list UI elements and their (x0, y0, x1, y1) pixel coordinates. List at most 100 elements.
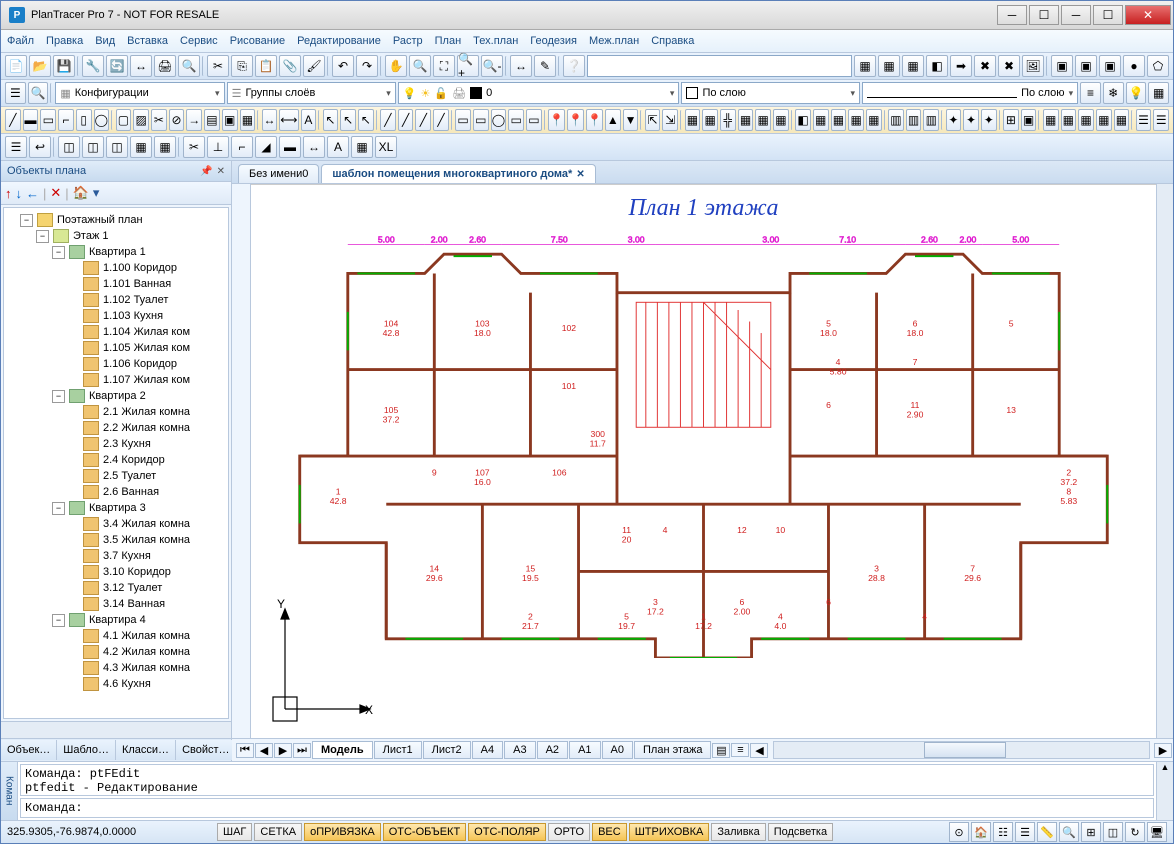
rect-edit4-icon[interactable]: ▭ (508, 109, 524, 131)
menu-file[interactable]: Файл (7, 35, 34, 47)
layer-tool-icon[interactable]: ▦ (1148, 82, 1169, 104)
poly-icon[interactable]: ⬠ (1147, 55, 1169, 77)
toggle-шаг[interactable]: ШАГ (217, 823, 252, 841)
sidebar-close-icon[interactable]: ✕ (217, 166, 225, 177)
linetype-combo[interactable]: По слою▾ (862, 82, 1078, 104)
paste-icon[interactable]: 📋 (255, 55, 277, 77)
star1-icon[interactable]: ✦ (946, 109, 962, 131)
wall-edit4-icon[interactable]: ╱ (433, 109, 449, 131)
cursor3-icon[interactable]: ↖ (358, 109, 374, 131)
layer-combo[interactable]: 💡☀🔓🖨0▾ (398, 82, 680, 104)
menu-view[interactable]: Вид (95, 35, 115, 47)
toggle-опривязка[interactable]: оПРИВЯЗКА (304, 823, 381, 841)
mtab-a2[interactable]: A2 (537, 741, 568, 759)
mtab-floorplan[interactable]: План этажа (634, 741, 711, 759)
bld5-icon[interactable]: ▦ (1114, 109, 1130, 131)
tab-properties[interactable]: Свойст… (176, 740, 236, 760)
tbl-icon[interactable]: ▦ (685, 109, 701, 131)
toggle-сетка[interactable]: СЕТКА (254, 823, 302, 841)
rect-edit2-icon[interactable]: ▭ (473, 109, 489, 131)
help-icon[interactable]: ❔ (563, 55, 585, 77)
wall-edit2-icon[interactable]: ╱ (398, 109, 414, 131)
sidebar-pin-icon[interactable]: 📌 (200, 166, 212, 177)
tbl6-icon[interactable]: ▦ (773, 109, 789, 131)
up-red-icon[interactable]: ↑ (5, 186, 12, 201)
zoom-window-icon[interactable]: ⛶ (433, 55, 455, 77)
tree[interactable]: −Поэтажный план−Этаж 1−Квартира 11.100 К… (3, 207, 229, 719)
grid3-icon[interactable]: ▦ (902, 55, 924, 77)
layer-del-icon[interactable]: ✖ (974, 55, 996, 77)
stack3-icon[interactable]: ▣ (1099, 55, 1121, 77)
print-icon[interactable]: 🖨 (154, 55, 176, 77)
command-input[interactable]: Команда: (20, 798, 1154, 818)
bld4-icon[interactable]: ▦ (1096, 109, 1112, 131)
tab-objects[interactable]: Объек… (1, 740, 57, 760)
dropdown-icon[interactable]: ▾ (93, 185, 100, 201)
measure-icon[interactable]: ↔ (510, 55, 532, 77)
room2-icon[interactable]: ▣ (1021, 109, 1037, 131)
rect-edit3-icon[interactable]: ◯ (491, 109, 507, 131)
delete-icon[interactable]: ✕ (50, 185, 61, 201)
export-icon[interactable]: ➡ (950, 55, 972, 77)
swap-icon[interactable]: ↔ (130, 55, 152, 77)
status-window-icon[interactable]: ◫ (1103, 822, 1123, 842)
down-blue-icon[interactable]: ↓ (16, 186, 23, 201)
tool-icon[interactable]: 🔧 (82, 55, 104, 77)
zoom-in-icon[interactable]: 🔍+ (457, 55, 479, 77)
status-list-icon[interactable]: ☰ (1015, 822, 1035, 842)
doctab-template[interactable]: шаблон помещения многоквартиного дома*✕ (321, 164, 595, 183)
refresh-icon[interactable]: 🔄 (106, 55, 128, 77)
menu-mezhplan[interactable]: Меж.план (589, 35, 639, 47)
menu-techplan[interactable]: Тех.план (473, 35, 518, 47)
menu-plan[interactable]: План (435, 35, 462, 47)
minimize-button[interactable]: ─ (997, 5, 1027, 25)
close-button[interactable]: ✕ (1125, 5, 1171, 25)
image-icon[interactable]: 🖼 (1022, 55, 1044, 77)
toggle-вес[interactable]: ВЕС (592, 823, 627, 841)
mtab-list2[interactable]: Лист2 (423, 741, 471, 759)
ex10-icon[interactable]: ⌐ (231, 136, 253, 158)
ex2-icon[interactable]: ↩ (29, 136, 51, 158)
misc3-icon[interactable]: ▦ (831, 109, 847, 131)
ex9-icon[interactable]: ⊥ (207, 136, 229, 158)
toggle-заливка[interactable]: Заливка (711, 823, 765, 841)
dim-icon[interactable]: ↔ (262, 109, 278, 131)
bld2-icon[interactable]: ▦ (1061, 109, 1077, 131)
open-icon[interactable]: 📂 (29, 55, 51, 77)
status-grid-icon[interactable]: ⊞ (1081, 822, 1101, 842)
ex4-icon[interactable]: ◫ (82, 136, 104, 158)
color-combo[interactable]: По слою▾ (681, 82, 860, 104)
ex5-icon[interactable]: ◫ (106, 136, 128, 158)
maximize-button[interactable]: ☐ (1029, 5, 1059, 25)
cut-icon[interactable]: ✂ (207, 55, 229, 77)
status-ruler-icon[interactable]: 📏 (1037, 822, 1057, 842)
cancel-icon[interactable]: ✖ (998, 55, 1020, 77)
trim-icon[interactable]: ✂ (151, 109, 167, 131)
layer-freeze-icon[interactable]: ❄ (1103, 82, 1124, 104)
ex15-icon[interactable]: ▦ (351, 136, 373, 158)
dim-chain-icon[interactable]: ⟷ (279, 109, 298, 131)
mtab-list1[interactable]: Лист1 (374, 741, 422, 759)
ex7-icon[interactable]: ▦ (154, 136, 176, 158)
menu-draw[interactable]: Рисование (230, 35, 285, 47)
layers-icon[interactable]: ☰ (5, 82, 26, 104)
canvas[interactable]: План 1 этажа (251, 184, 1156, 738)
status-iso-icon[interactable]: ⊙ (949, 822, 969, 842)
tab-menu-icon[interactable]: ≡ (731, 743, 749, 757)
tab-add-icon[interactable]: ▤ (712, 743, 730, 758)
config-combo[interactable]: ▦Конфигурации▾ (55, 82, 224, 104)
zoom-out-icon[interactable]: 🔍- (481, 55, 503, 77)
menu-edit[interactable]: Правка (46, 35, 83, 47)
pan-icon[interactable]: ✋ (385, 55, 407, 77)
hscroll-left-icon[interactable]: ◀ (750, 743, 768, 758)
wall-edit-icon[interactable]: ╱ (380, 109, 396, 131)
status-screen-icon[interactable]: 🖥 (1147, 822, 1167, 842)
tabnav-first-icon[interactable]: ⏮ (236, 743, 254, 758)
status-home-icon[interactable]: 🏠 (971, 822, 991, 842)
ex12-icon[interactable]: ▬ (279, 136, 301, 158)
ex11-icon[interactable]: ◢ (255, 136, 277, 158)
layer-off-icon[interactable]: 💡 (1126, 82, 1147, 104)
slab-icon[interactable]: ▢ (116, 109, 132, 131)
list2-icon[interactable]: ☰ (1153, 109, 1169, 131)
tbl2-icon[interactable]: ▦ (702, 109, 718, 131)
